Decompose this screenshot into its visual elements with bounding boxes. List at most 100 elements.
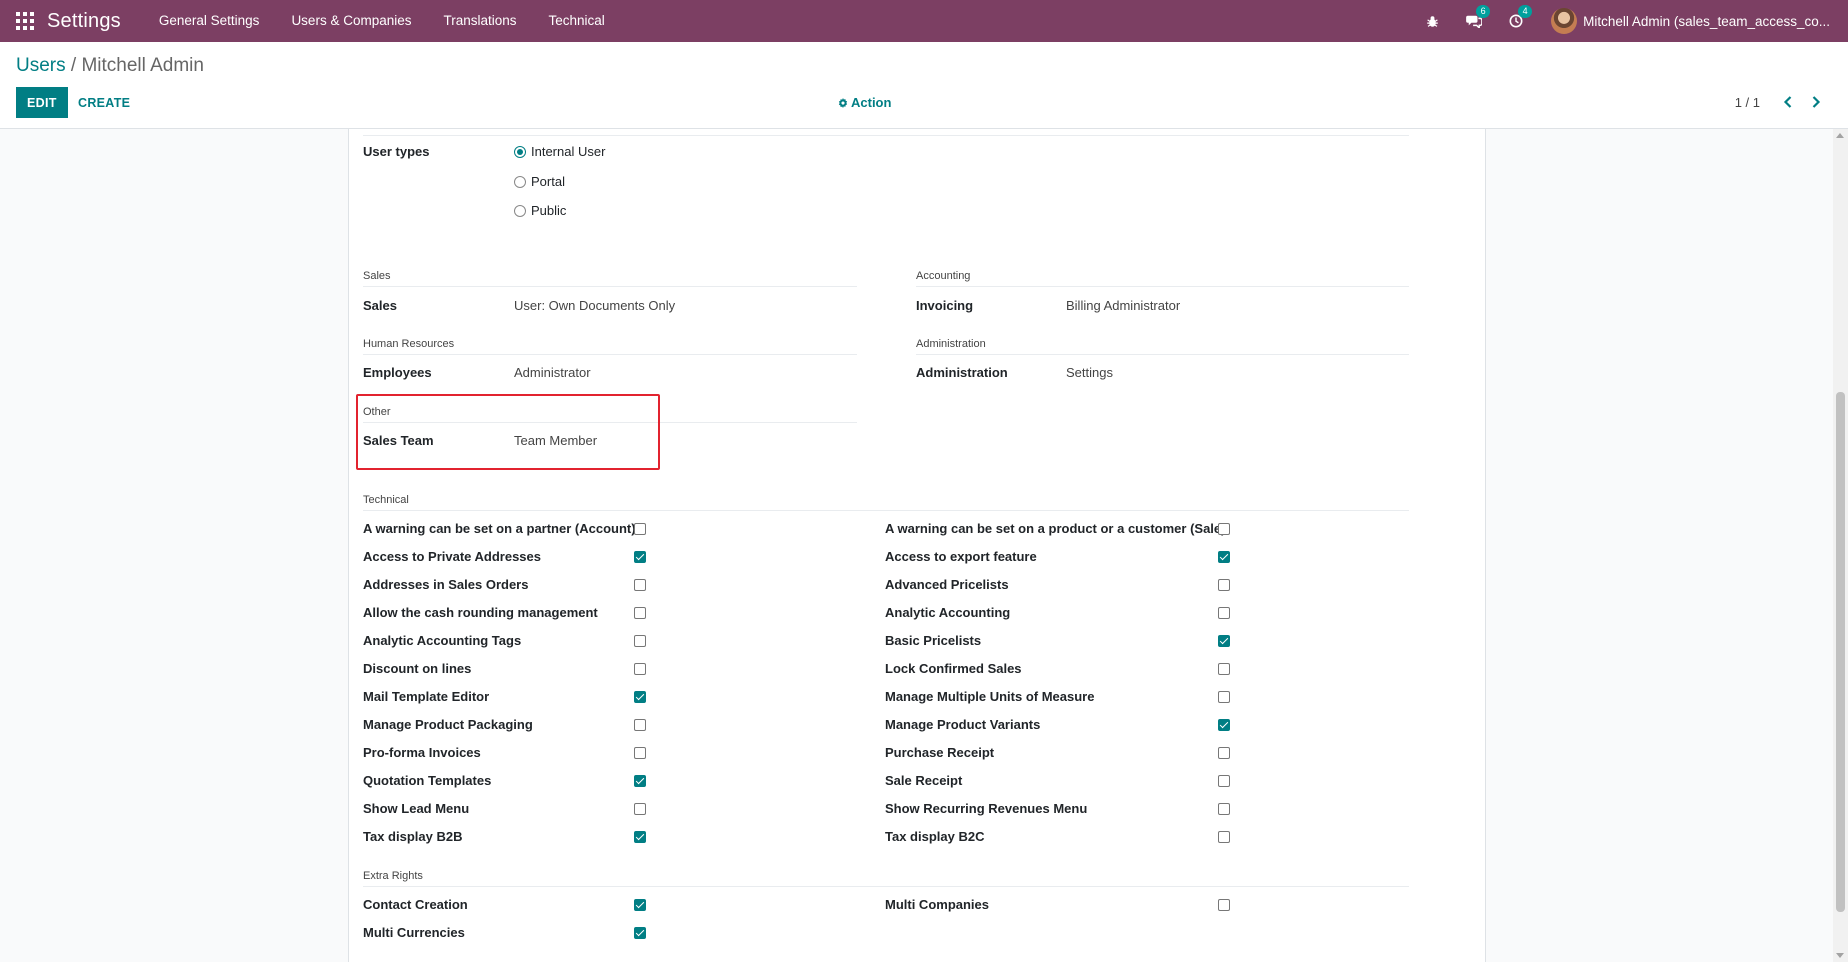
technical-right-checkbox[interactable] <box>1218 579 1230 591</box>
divider <box>363 886 1409 887</box>
technical-right-checkbox[interactable] <box>1218 523 1230 535</box>
chat-icon[interactable]: 6 <box>1465 5 1491 30</box>
technical-right-label: Tax display B2C <box>885 829 985 844</box>
scroll-down-arrow-icon[interactable] <box>1836 953 1844 958</box>
breadcrumb-current: Mitchell Admin <box>81 55 204 76</box>
technical-left-checkbox[interactable] <box>634 691 646 703</box>
technical-left-checkbox[interactable] <box>634 551 646 563</box>
radio-internal-user[interactable] <box>514 146 526 158</box>
scrollbar-thumb[interactable] <box>1836 392 1845 912</box>
technical-right-checkbox[interactable] <box>1218 691 1230 703</box>
technical-left-label: Manage Product Packaging <box>363 717 533 732</box>
technical-right-checkbox[interactable] <box>1218 663 1230 675</box>
technical-right-label: Access to export feature <box>885 549 1037 564</box>
technical-right-label: Purchase Receipt <box>885 745 995 760</box>
administration-field-value: Settings <box>1066 365 1113 380</box>
technical-left-label: Pro-forma Invoices <box>363 745 481 760</box>
technical-left-label: Addresses in Sales Orders <box>363 577 529 592</box>
employees-field-label: Employees <box>363 365 432 380</box>
technical-right-label: Advanced Pricelists <box>885 577 1009 592</box>
bug-icon[interactable] <box>1423 12 1441 30</box>
radio-portal[interactable] <box>514 176 526 188</box>
technical-right-label: Sale Receipt <box>885 773 963 788</box>
extra-rights-left-checkbox[interactable] <box>634 927 646 939</box>
form-content: User types Internal User Portal Public S… <box>0 129 1848 962</box>
technical-left-checkbox[interactable] <box>634 663 646 675</box>
systray: 6 4 Mitchell Admin (sales_team_access_co… <box>1411 0 1848 42</box>
technical-left-checkbox[interactable] <box>634 803 646 815</box>
radio-public-label[interactable]: Public <box>531 203 566 218</box>
radio-portal-label[interactable]: Portal <box>531 174 565 189</box>
activity-clock-icon[interactable]: 4 <box>1507 5 1533 30</box>
group-title-administration: Administration <box>916 338 986 350</box>
menu-general-settings[interactable]: General Settings <box>143 0 276 42</box>
action-menu-button[interactable]: Action <box>838 95 891 110</box>
extra-rights-right-checkbox[interactable] <box>1218 899 1230 911</box>
technical-right-checkbox[interactable] <box>1218 831 1230 843</box>
group-title-accounting: Accounting <box>916 270 971 282</box>
technical-left-checkbox[interactable] <box>634 607 646 619</box>
extra-rights-right-label: Multi Companies <box>885 897 990 912</box>
edit-button[interactable]: EDIT <box>16 87 68 118</box>
extra-rights-left-label: Multi Currencies <box>363 925 465 940</box>
technical-left-checkbox[interactable] <box>634 523 646 535</box>
technical-left-label: Mail Template Editor <box>363 689 490 704</box>
gear-icon <box>838 97 848 108</box>
technical-left-label: Allow the cash rounding management <box>363 605 598 620</box>
menu-technical[interactable]: Technical <box>533 0 621 42</box>
technical-right-label: Lock Confirmed Sales <box>885 661 1022 676</box>
technical-left-checkbox[interactable] <box>634 579 646 591</box>
breadcrumb: Users / Mitchell Admin <box>16 55 204 77</box>
technical-right-label: Show Recurring Revenues Menu <box>885 801 1088 816</box>
breadcrumb-separator: / <box>65 55 82 76</box>
technical-left-label: A warning can be set on a partner (Accou… <box>363 521 636 536</box>
technical-right-checkbox[interactable] <box>1218 607 1230 619</box>
pager-value[interactable]: 1 / 1 <box>1735 95 1760 110</box>
chat-count-badge: 6 <box>1476 5 1491 18</box>
create-button[interactable]: CREATE <box>68 87 140 118</box>
divider <box>363 510 1409 511</box>
technical-left-checkbox[interactable] <box>634 775 646 787</box>
group-title-sales: Sales <box>363 270 391 282</box>
extra-rights-left-label: Contact Creation <box>363 897 468 912</box>
technical-left-checkbox[interactable] <box>634 747 646 759</box>
vertical-scrollbar[interactable] <box>1833 129 1848 962</box>
control-panel: Users / Mitchell Admin EDIT CREATE Actio… <box>0 42 1848 129</box>
invoicing-field-label: Invoicing <box>916 298 974 313</box>
menu-users-companies[interactable]: Users & Companies <box>275 0 427 42</box>
breadcrumb-users-link[interactable]: Users <box>16 55 66 76</box>
extra-rights-left-checkbox[interactable] <box>634 899 646 911</box>
technical-left-label: Tax display B2B <box>363 829 463 844</box>
pager-next-button[interactable] <box>1806 92 1826 112</box>
technical-right-checkbox[interactable] <box>1218 635 1230 647</box>
chevron-right-icon <box>1812 96 1821 108</box>
top-navbar: Settings General Settings Users & Compan… <box>0 0 1848 42</box>
technical-right-checkbox[interactable] <box>1218 747 1230 759</box>
technical-right-checkbox[interactable] <box>1218 719 1230 731</box>
divider <box>363 135 1409 136</box>
technical-right-checkbox[interactable] <box>1218 803 1230 815</box>
technical-right-label: Manage Multiple Units of Measure <box>885 689 1095 704</box>
technical-left-label: Analytic Accounting Tags <box>363 633 522 648</box>
activity-count-badge: 4 <box>1518 5 1533 18</box>
sales-field-label: Sales <box>363 298 397 313</box>
technical-right-checkbox[interactable] <box>1218 551 1230 563</box>
action-label: Action <box>851 95 892 110</box>
technical-left-checkbox[interactable] <box>634 831 646 843</box>
radio-internal-user-label[interactable]: Internal User <box>531 144 605 159</box>
main-menu: General Settings Users & Companies Trans… <box>143 0 621 42</box>
technical-right-checkbox[interactable] <box>1218 775 1230 787</box>
apps-menu-icon[interactable] <box>16 12 34 30</box>
scroll-up-arrow-icon[interactable] <box>1836 133 1844 138</box>
employees-field-value: Administrator <box>514 365 591 380</box>
app-title[interactable]: Settings <box>47 10 121 33</box>
group-title-extra-rights: Extra Rights <box>363 870 423 882</box>
pager-previous-button[interactable] <box>1778 92 1798 112</box>
radio-public[interactable] <box>514 205 526 217</box>
menu-translations[interactable]: Translations <box>427 0 532 42</box>
technical-left-checkbox[interactable] <box>634 719 646 731</box>
user-menu[interactable]: Mitchell Admin (sales_team_access_co... <box>1551 8 1830 34</box>
highlight-annotation-box <box>356 394 660 470</box>
avatar <box>1551 8 1578 34</box>
technical-left-checkbox[interactable] <box>634 635 646 647</box>
